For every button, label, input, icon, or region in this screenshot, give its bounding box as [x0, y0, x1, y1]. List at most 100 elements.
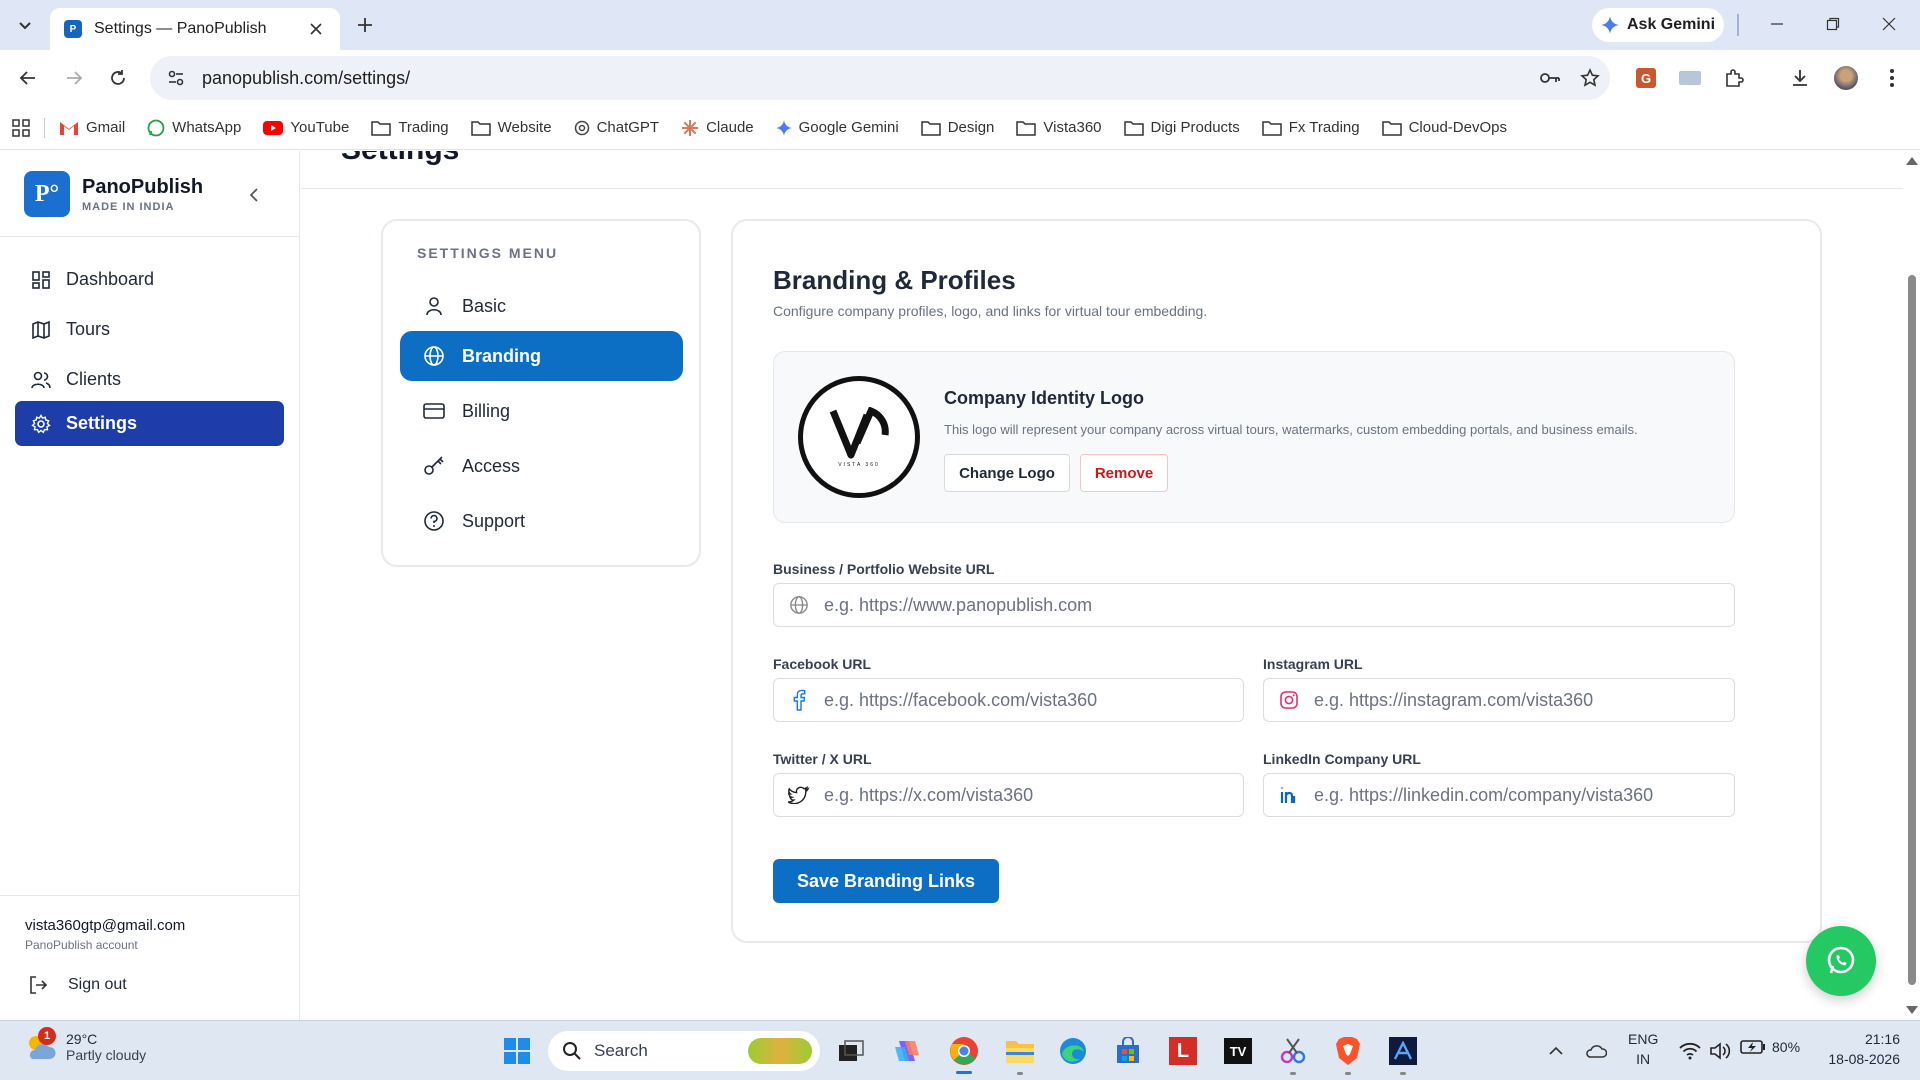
scrollbar-thumb[interactable] — [1908, 275, 1916, 985]
back-button[interactable] — [12, 62, 44, 94]
sign-out-button[interactable]: Sign out — [28, 975, 127, 995]
folder-icon — [371, 120, 392, 136]
whatsapp-chat-button[interactable] — [1806, 926, 1876, 996]
task-view-icon[interactable] — [831, 1031, 871, 1071]
ask-gemini-label: Ask Gemini — [1626, 16, 1716, 33]
bookmark-folder-vista360[interactable]: Vista360 — [1016, 119, 1102, 136]
brave-browser-icon[interactable] — [1328, 1031, 1368, 1071]
bookmark-folder-design[interactable]: Design — [920, 119, 994, 136]
divider — [1737, 14, 1739, 36]
weather-widget[interactable]: 1 29°C Partly cloudy — [22, 1027, 146, 1065]
edge-icon[interactable] — [1053, 1031, 1093, 1071]
instagram-url-input[interactable] — [1314, 689, 1734, 711]
sidebar-item-dashboard[interactable]: Dashboard — [15, 257, 284, 302]
divider — [44, 117, 45, 138]
language-indicator[interactable]: ENG IN — [1628, 1029, 1658, 1069]
save-branding-links-button[interactable]: Save Branding Links — [773, 859, 999, 903]
change-logo-button[interactable]: Change Logo — [944, 454, 1070, 492]
bookmark-folder-fx-trading[interactable]: Fx Trading — [1261, 119, 1360, 136]
profile-avatar[interactable] — [1830, 62, 1862, 94]
wifi-icon[interactable] — [1676, 1031, 1704, 1071]
tradingview-icon[interactable]: TV — [1218, 1031, 1258, 1071]
bookmark-label: Fx Trading — [1288, 119, 1360, 136]
extension-icon[interactable] — [1674, 62, 1706, 94]
extensions-puzzle-icon[interactable] — [1718, 62, 1750, 94]
collapse-sidebar-button[interactable] — [244, 185, 264, 205]
bookmark-gemini[interactable]: Google Gemini — [775, 119, 899, 136]
sidebar-item-settings[interactable]: Settings — [15, 401, 284, 446]
cloud-sync-icon[interactable] — [1582, 1031, 1610, 1071]
twitter-url-input[interactable] — [824, 784, 1243, 806]
sidebar-item-clients[interactable]: Clients — [15, 357, 284, 402]
tab-favicon: P — [64, 20, 82, 38]
facebook-url-field[interactable] — [773, 678, 1244, 722]
instagram-url-field[interactable] — [1263, 678, 1735, 722]
brand[interactable]: P° PanoPublish MADE IN INDIA — [24, 171, 203, 217]
taskbar-search[interactable]: Search — [548, 1031, 820, 1071]
new-tab-button[interactable] — [350, 10, 380, 40]
whatsapp-icon — [147, 119, 165, 136]
close-icon[interactable] — [306, 19, 326, 39]
bookmark-youtube[interactable]: YouTube — [263, 119, 349, 136]
instagram-url-label: Instagram URL — [1263, 656, 1363, 672]
ask-gemini-button[interactable]: Ask Gemini — [1592, 8, 1724, 42]
app-icon[interactable] — [1383, 1031, 1423, 1071]
bookmark-label: YouTube — [290, 119, 350, 136]
window-close-button[interactable] — [1862, 6, 1916, 42]
bookmark-whatsapp[interactable]: WhatsApp — [147, 119, 241, 137]
bookmark-folder-trading[interactable]: Trading — [371, 119, 449, 136]
scroll-down-arrow-icon[interactable] — [1906, 1006, 1918, 1014]
settings-menu-support[interactable]: Support — [400, 496, 683, 546]
bookmark-chatgpt[interactable]: ChatGPT — [574, 119, 660, 136]
settings-menu-branding[interactable]: Branding — [400, 331, 683, 381]
minimize-button[interactable] — [1750, 6, 1804, 42]
bookmark-claude[interactable]: Claude — [681, 119, 754, 137]
settings-menu-label: Branding — [462, 345, 541, 366]
windows-taskbar: 1 29°C Partly cloudy Search L TV ENG IN … — [0, 1020, 1920, 1080]
bookmark-folder-website[interactable]: Website — [470, 119, 552, 136]
bookmark-gmail[interactable]: Gmail — [59, 119, 125, 136]
website-url-field[interactable] — [773, 583, 1735, 627]
bookmark-folder-cloud-devops[interactable]: Cloud-DevOps — [1381, 119, 1507, 136]
lastpass-icon[interactable]: L — [1163, 1031, 1203, 1071]
snipping-tool-icon[interactable] — [1273, 1031, 1313, 1071]
download-icon[interactable] — [1784, 62, 1816, 94]
clock[interactable]: 21:16 18-08-2026 — [1810, 1029, 1900, 1069]
sidebar-item-tours[interactable]: Tours — [15, 307, 284, 352]
copilot-icon[interactable] — [887, 1031, 927, 1071]
bookmark-label: ChatGPT — [596, 119, 660, 136]
apps-grid-icon[interactable] — [12, 118, 30, 137]
facebook-url-input[interactable] — [824, 689, 1243, 711]
linkedin-url-input[interactable] — [1314, 784, 1734, 806]
settings-menu-basic[interactable]: Basic — [400, 281, 683, 331]
bookmark-label: Website — [497, 119, 552, 136]
volume-icon[interactable] — [1706, 1031, 1734, 1071]
bookmark-star-icon[interactable] — [1570, 58, 1610, 98]
chrome-icon[interactable] — [944, 1031, 984, 1071]
scroll-up-arrow-icon[interactable] — [1906, 157, 1918, 165]
grammarly-extension-icon[interactable]: G — [1630, 62, 1662, 94]
battery-indicator[interactable]: 80% — [1740, 1039, 1800, 1055]
page-scrollbar[interactable] — [1903, 151, 1920, 1020]
show-hidden-icons-chevron-icon[interactable] — [1544, 1031, 1568, 1071]
forward-button[interactable] — [58, 62, 90, 94]
settings-menu-billing[interactable]: Billing — [400, 386, 683, 436]
password-key-icon[interactable] — [1530, 58, 1570, 98]
bookmark-folder-digi-products[interactable]: Digi Products — [1123, 119, 1240, 136]
twitter-url-field[interactable] — [773, 773, 1244, 817]
site-info-icon[interactable] — [154, 56, 198, 100]
browser-tab[interactable]: P Settings — PanoPublish — [50, 8, 340, 50]
windows-start-icon[interactable] — [497, 1031, 537, 1071]
more-menu-icon[interactable] — [1876, 62, 1908, 94]
reload-button[interactable] — [102, 62, 134, 94]
settings-menu-access[interactable]: Access — [400, 441, 683, 491]
linkedin-url-field[interactable] — [1263, 773, 1735, 817]
microsoft-store-icon[interactable] — [1108, 1031, 1148, 1071]
restore-button[interactable] — [1806, 6, 1860, 42]
bookmarks-bar: Gmail WhatsApp YouTube Trading Website C… — [0, 106, 1920, 150]
file-explorer-icon[interactable] — [1000, 1031, 1040, 1071]
website-url-input[interactable] — [824, 594, 1734, 616]
tab-search-button[interactable] — [10, 10, 40, 40]
address-bar[interactable]: panopublish.com/settings/ — [150, 56, 1610, 100]
remove-logo-button[interactable]: Remove — [1080, 454, 1168, 492]
